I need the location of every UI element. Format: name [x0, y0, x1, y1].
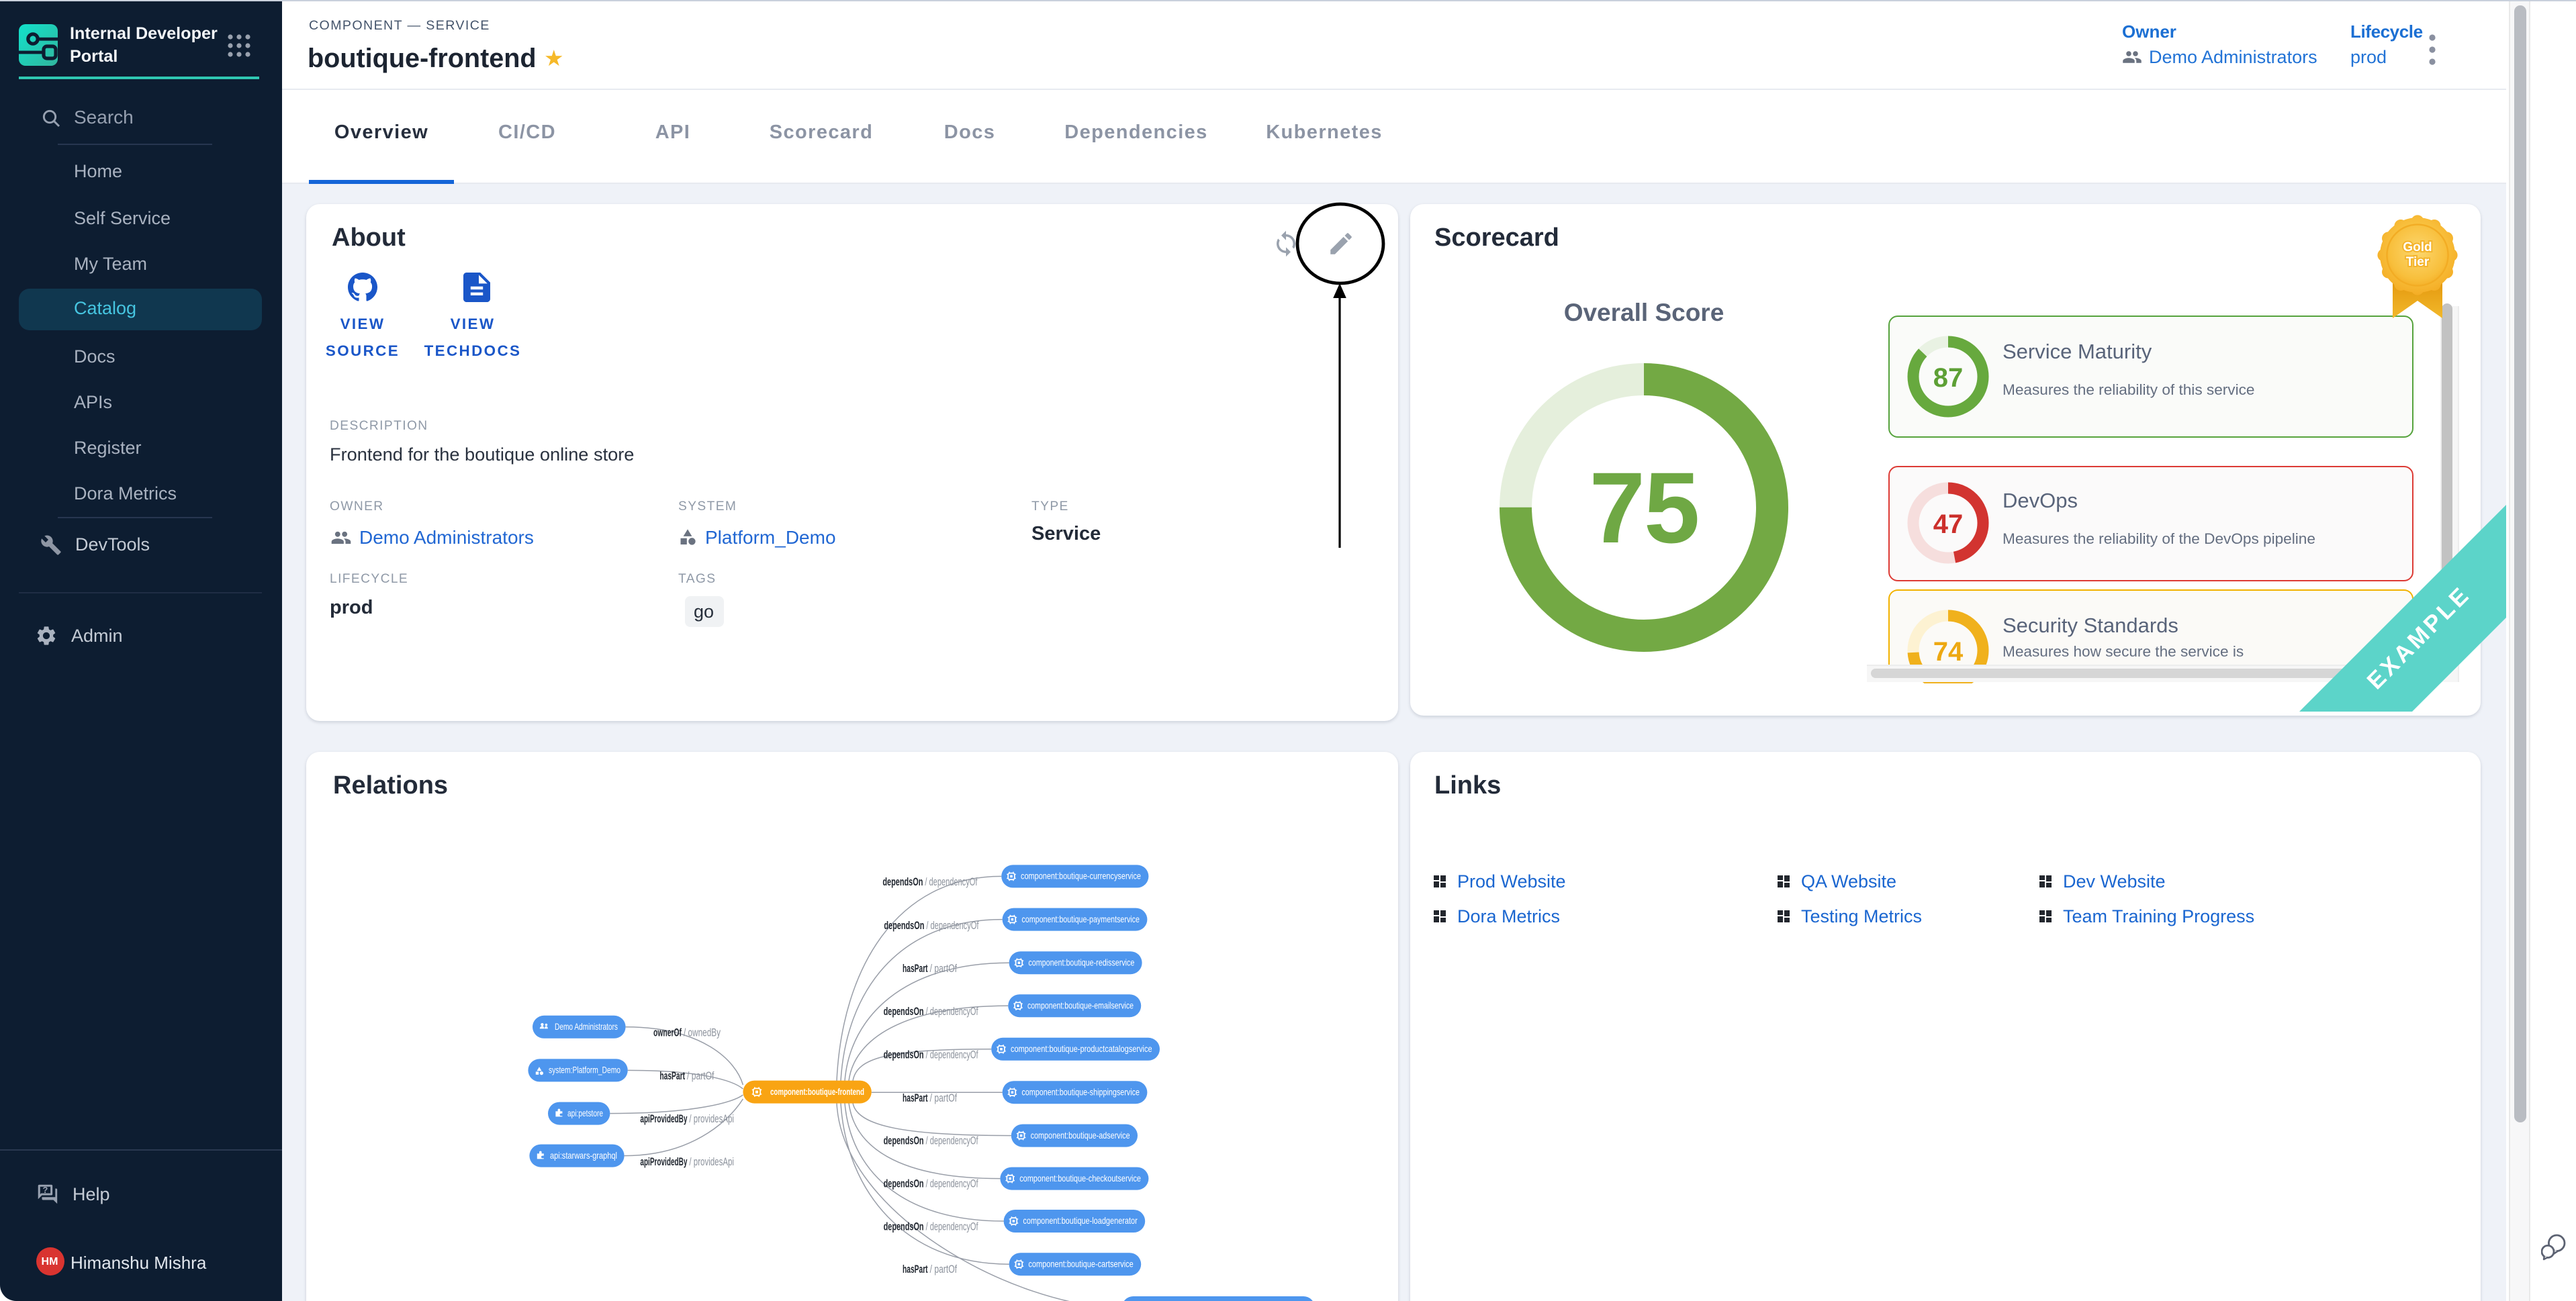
svg-text:/ dependencyOf: / dependencyOf: [926, 1006, 978, 1018]
svg-text:dependsOn: dependsOn: [884, 1006, 924, 1018]
svg-text:/ dependencyOf: / dependencyOf: [926, 1135, 978, 1147]
svg-text:apiProvidedBy: apiProvidedBy: [640, 1113, 687, 1125]
svg-text:component:boutique-checkoutser: component:boutique-checkoutservice: [1019, 1173, 1141, 1184]
svg-text:hasPart: hasPart: [659, 1070, 685, 1082]
svg-text:dependsOn: dependsOn: [884, 1221, 924, 1233]
svg-text:hasPart: hasPart: [903, 1092, 928, 1104]
svg-text:component:boutique-frontend: component:boutique-frontend: [770, 1086, 864, 1097]
svg-text:api:petstore: api:petstore: [567, 1108, 603, 1118]
svg-text:/ dependencyOf: / dependencyOf: [925, 876, 977, 888]
svg-text:?: ?: [43, 1185, 48, 1195]
svg-text:component:boutique-shippingser: component:boutique-shippingservice: [1021, 1086, 1140, 1097]
svg-text:Gold: Gold: [2403, 240, 2432, 254]
svg-text:component:boutique-cartservice: component:boutique-cartservice: [1028, 1258, 1134, 1269]
svg-text:/ providesApi: / providesApi: [689, 1156, 734, 1168]
svg-text:component:boutique-emailservic: component:boutique-emailservice: [1027, 1000, 1134, 1010]
svg-text:dependsOn: dependsOn: [884, 920, 924, 932]
svg-text:system:Platform_Demo: system:Platform_Demo: [549, 1065, 620, 1075]
svg-text:dependsOn: dependsOn: [884, 1135, 924, 1147]
svg-text:dependsOn: dependsOn: [882, 876, 923, 888]
svg-text:api:starwars-graphql: api:starwars-graphql: [550, 1150, 617, 1161]
svg-text:dependsOn: dependsOn: [884, 1049, 924, 1061]
svg-text:component:boutique-adservice: component:boutique-adservice: [1031, 1130, 1130, 1141]
svg-text:hasPart: hasPart: [903, 1263, 928, 1275]
svg-text:/ dependencyOf: / dependencyOf: [926, 1049, 978, 1061]
svg-text:component:boutique-currencyser: component:boutique-currencyservice: [1021, 871, 1141, 881]
svg-text:/ partOf: / partOf: [687, 1070, 715, 1082]
svg-text:component:boutique-redisservic: component:boutique-redisservice: [1028, 957, 1134, 967]
svg-text:component:boutique-productcata: component:boutique-productcatalogservice: [1011, 1043, 1152, 1054]
svg-text:/ partOf: / partOf: [930, 963, 958, 975]
svg-text:apiProvidedBy: apiProvidedBy: [640, 1156, 687, 1168]
svg-text:/ dependencyOf: / dependencyOf: [926, 920, 978, 932]
svg-text:Tier: Tier: [2406, 255, 2430, 269]
svg-text:/ ownedBy: / ownedBy: [684, 1026, 721, 1039]
svg-text:/ partOf: / partOf: [930, 1092, 958, 1104]
svg-text:hasPart: hasPart: [903, 963, 928, 975]
svg-text:component:boutique-paymentserv: component:boutique-paymentservice: [1021, 914, 1140, 924]
svg-text:dependsOn: dependsOn: [884, 1178, 924, 1190]
svg-text:ownerOf: ownerOf: [653, 1026, 682, 1039]
svg-text:Demo Administrators: Demo Administrators: [555, 1021, 618, 1032]
svg-text:/ providesApi: / providesApi: [689, 1113, 734, 1125]
svg-text:/ dependencyOf: / dependencyOf: [926, 1178, 978, 1190]
svg-text:component:boutique-loadgenerat: component:boutique-loadgenerator: [1023, 1215, 1138, 1226]
svg-text:/ dependencyOf: / dependencyOf: [926, 1221, 978, 1233]
svg-text:/ partOf: / partOf: [930, 1263, 958, 1275]
